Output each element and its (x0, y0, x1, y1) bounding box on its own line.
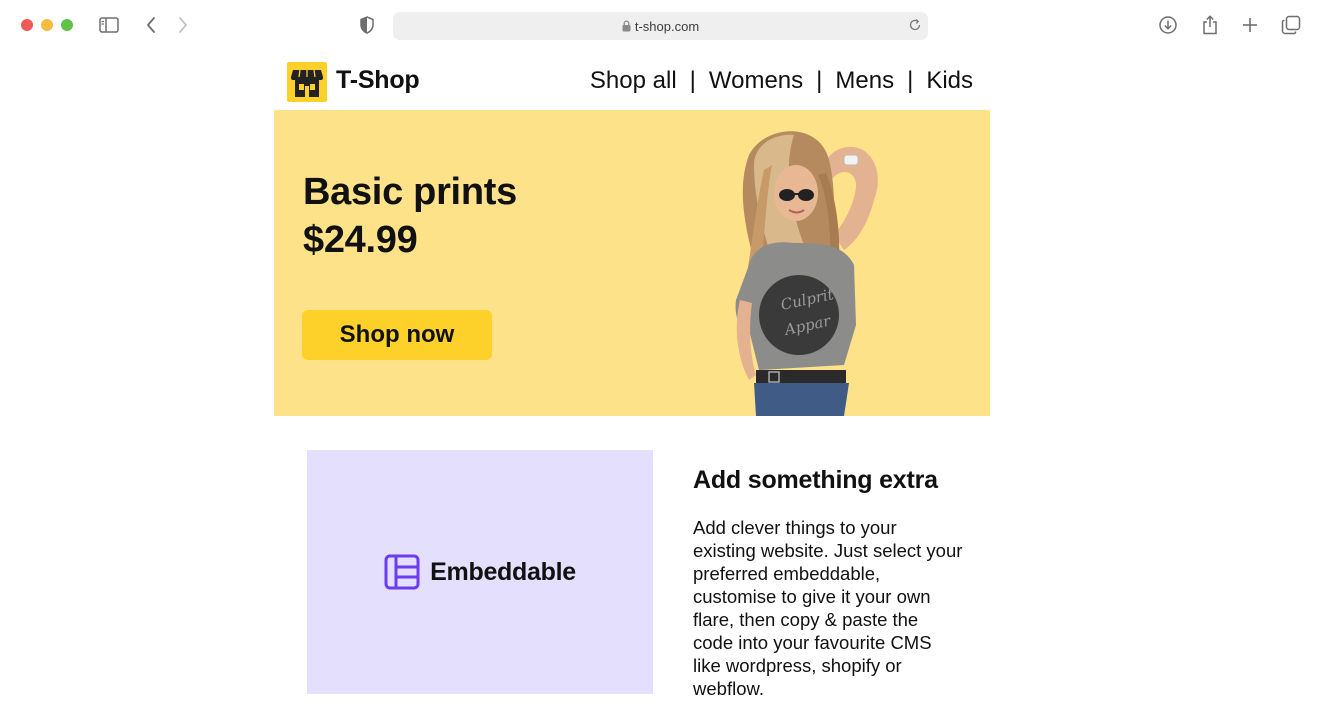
embeddable-name: Embeddable (430, 557, 576, 586)
nav-separator: | (816, 67, 823, 94)
back-icon[interactable] (140, 14, 162, 36)
web-page: T-Shop Shop all | Womens | Mens | Kids B… (274, 52, 990, 716)
url-text: t-shop.com (634, 18, 700, 34)
main-nav: Shop all | Womens | Mens | Kids (590, 67, 973, 95)
feature-section: Embeddable Add something extra Add cleve… (274, 416, 990, 716)
share-icon[interactable] (1199, 14, 1221, 36)
tab-overview-icon[interactable] (1280, 14, 1302, 36)
nav-mens[interactable]: Mens (835, 67, 894, 95)
nav-womens[interactable]: Womens (709, 67, 803, 95)
privacy-shield-icon[interactable] (356, 14, 378, 36)
hero-banner: Basic prints $24.99 Shop now Culprit App… (274, 110, 990, 416)
sidebar-toggle-icon[interactable] (98, 14, 120, 36)
hero-price: $24.99 (303, 219, 418, 261)
embeddable-logo-icon (384, 554, 420, 590)
shop-now-button[interactable]: Shop now (302, 310, 492, 360)
forward-icon[interactable] (172, 14, 194, 36)
hero-title-line: Basic prints (303, 171, 517, 213)
site-header: T-Shop Shop all | Womens | Mens | Kids (274, 52, 990, 110)
brand-name[interactable]: T-Shop (336, 66, 420, 95)
nav-separator: | (907, 67, 914, 94)
model-photo: Culprit Appar (735, 131, 878, 416)
downloads-icon[interactable] (1157, 14, 1179, 36)
feature-title: Add something extra (693, 466, 938, 494)
store-icon[interactable] (287, 62, 327, 102)
address-bar[interactable]: t-shop.com (393, 12, 928, 40)
lock-icon (622, 20, 631, 32)
hero-title: Basic prints $24.99 (303, 168, 517, 264)
new-tab-icon[interactable] (1239, 14, 1261, 36)
nav-separator: | (689, 67, 696, 94)
minimize-window-button[interactable] (41, 19, 53, 31)
zoom-window-button[interactable] (61, 19, 73, 31)
close-window-button[interactable] (21, 19, 33, 31)
nav-shop-all[interactable]: Shop all (590, 67, 677, 95)
browser-toolbar: t-shop.com (0, 0, 1320, 52)
embeddable-card[interactable]: Embeddable (307, 450, 653, 694)
nav-kids[interactable]: Kids (926, 67, 973, 95)
embeddable-logo: Embeddable (384, 554, 576, 590)
reload-icon[interactable] (908, 18, 922, 37)
feature-description: Add clever things to your existing websi… (693, 517, 963, 699)
